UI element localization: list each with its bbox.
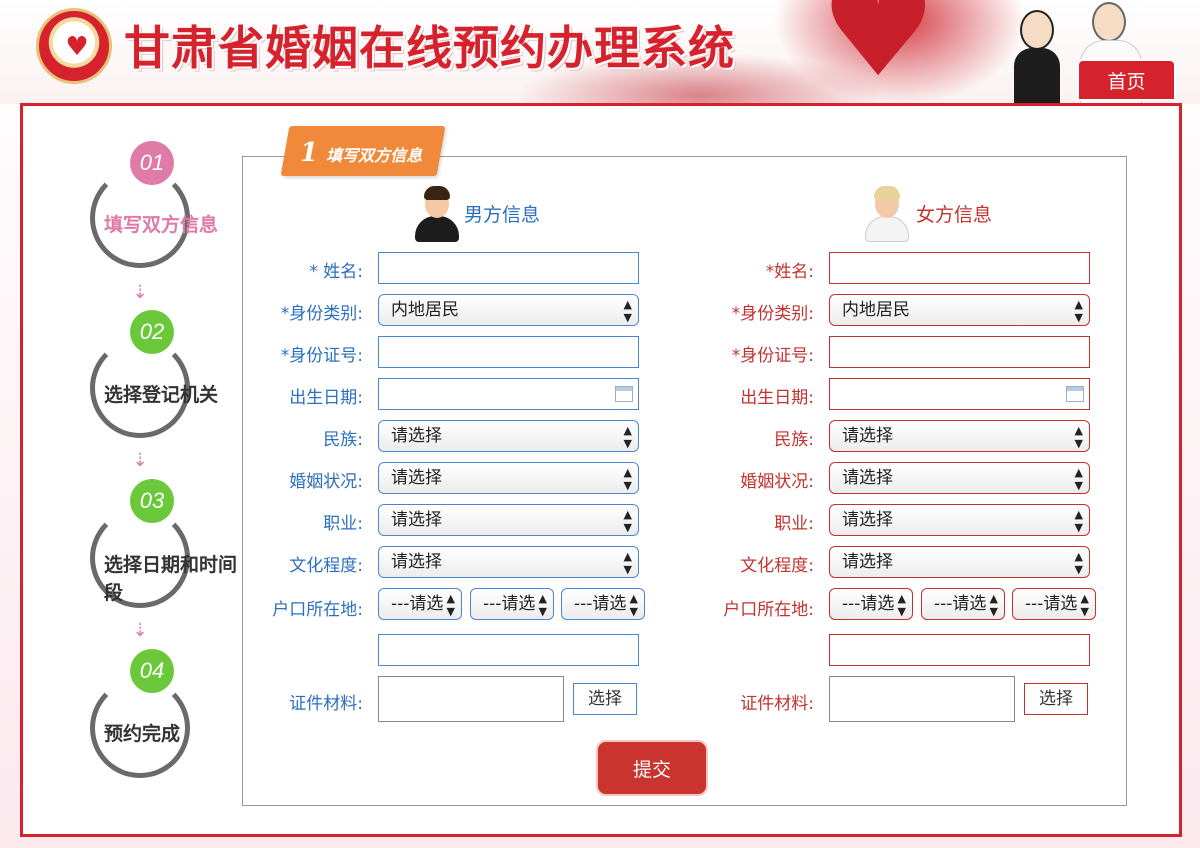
arrow-down-icon: ⇣ — [132, 620, 148, 641]
female-job-label: 职业: — [774, 514, 814, 534]
male-job-select[interactable]: 请选择 ▲ ▼ — [378, 504, 639, 536]
select-arrows-icon: ▲ ▼ — [989, 592, 998, 618]
female-hukou-label: 户口所在地: — [723, 600, 814, 620]
female-job-select[interactable]: 请选择 ▲ ▼ — [829, 504, 1090, 536]
select-arrows-icon: ▲ ▼ — [1074, 466, 1083, 492]
female-docs-label: 证件材料: — [740, 694, 814, 714]
male-edu-select[interactable]: 请选择 ▲ ▼ — [378, 546, 639, 578]
female-ethnic-label: 民族: — [774, 430, 814, 450]
heart-balloon-decoration: ♥ — [820, 0, 937, 104]
female-avatar-icon — [865, 186, 909, 242]
groom-head — [1020, 10, 1054, 50]
select-arrows-icon: ▲ ▼ — [446, 592, 455, 618]
step-number: 04 — [130, 649, 174, 693]
select-arrows-icon: ▲ ▼ — [623, 550, 632, 576]
calendar-icon[interactable] — [615, 386, 633, 402]
step-label: 选择登记机关 — [104, 384, 219, 406]
male-section-title: 男方信息 — [464, 204, 541, 226]
select-arrows-icon: ▲ ▼ — [1074, 508, 1083, 534]
female-hukou-city-select[interactable]: ---请选 ▲ ▼ — [921, 588, 1005, 620]
groom-body — [1014, 48, 1060, 104]
male-docs-preview — [378, 676, 564, 722]
male-ethnic-select[interactable]: 请选择 ▲ ▼ — [378, 420, 639, 452]
male-ethnic-label: 民族: — [323, 430, 363, 450]
male-job-label: 职业: — [323, 514, 363, 534]
arrow-down-icon: ⇣ — [132, 450, 148, 471]
female-hukou-province-select[interactable]: ---请选 ▲ ▼ — [829, 588, 913, 620]
step-label: 填写双方信息 — [104, 214, 219, 236]
male-idno-label: *身份证号: — [280, 346, 363, 366]
female-ethnic-select[interactable]: 请选择 ▲ ▼ — [829, 420, 1090, 452]
female-birth-input[interactable] — [829, 378, 1090, 410]
male-docs-label: 证件材料: — [289, 694, 363, 714]
male-marital-label: 婚姻状况: — [289, 472, 363, 492]
header-banner: ♥ 甘肃省婚姻在线预约办理系统 ♥ 首页 — [0, 0, 1200, 104]
step-label-line2: 段 — [104, 582, 124, 604]
select-arrows-icon: ▲ ▼ — [1074, 550, 1083, 576]
male-marital-select[interactable]: 请选择 ▲ ▼ — [378, 462, 639, 494]
heart-icon: ♥ — [65, 32, 89, 62]
male-name-label: * 姓名: — [309, 262, 363, 282]
step-number: 01 — [130, 141, 174, 185]
male-hukou-address-input[interactable] — [378, 634, 639, 666]
female-marital-select[interactable]: 请选择 ▲ ▼ — [829, 462, 1090, 494]
female-hukou-address-input[interactable] — [829, 634, 1090, 666]
section-tag-text: 1 填写双方信息 — [300, 138, 422, 168]
male-idno-input[interactable] — [378, 336, 639, 368]
select-arrows-icon: ▲ ▼ — [1074, 424, 1083, 450]
male-idtype-label: *身份类别: — [280, 304, 363, 324]
female-name-label: *姓名: — [765, 262, 814, 282]
submit-button[interactable]: 提交 — [596, 740, 708, 796]
male-name-input[interactable] — [378, 252, 639, 284]
bride-head — [1092, 2, 1126, 42]
select-arrows-icon: ▲ ▼ — [623, 466, 632, 492]
step-number: 03 — [130, 479, 174, 523]
home-button[interactable]: 首页 — [1077, 59, 1176, 101]
female-idtype-label: *身份类别: — [731, 304, 814, 324]
arrow-down-icon: ⇣ — [132, 282, 148, 303]
female-section-title: 女方信息 — [916, 204, 993, 226]
section-title: 填写双方信息 — [326, 146, 423, 165]
site-logo: ♥ — [36, 8, 112, 84]
section-number: 1 — [300, 138, 319, 168]
select-arrows-icon: ▲ ▼ — [538, 592, 547, 618]
female-edu-select[interactable]: 请选择 ▲ ▼ — [829, 546, 1090, 578]
select-arrows-icon: ▲ ▼ — [629, 592, 638, 618]
male-birth-label: 出生日期: — [289, 388, 363, 408]
male-avatar-icon — [415, 186, 459, 242]
female-name-input[interactable] — [829, 252, 1090, 284]
step-label-line1: 选择日期和时间 — [104, 554, 238, 576]
male-idtype-select[interactable]: 内地居民 ▲ ▼ — [378, 294, 639, 326]
female-idno-label: *身份证号: — [731, 346, 814, 366]
female-docs-preview — [829, 676, 1015, 722]
female-choose-button[interactable]: 选择 — [1024, 683, 1088, 715]
male-choose-button[interactable]: 选择 — [573, 683, 637, 715]
male-hukou-district-select[interactable]: ---请选 ▲ ▼ — [561, 588, 645, 620]
select-arrows-icon: ▲ ▼ — [1074, 298, 1083, 324]
select-arrows-icon: ▲ ▼ — [1080, 592, 1089, 618]
female-hukou-district-select[interactable]: ---请选 ▲ ▼ — [1012, 588, 1096, 620]
site-title: 甘肃省婚姻在线预约办理系统 — [124, 21, 735, 75]
female-idno-input[interactable] — [829, 336, 1090, 368]
select-arrows-icon: ▲ ▼ — [623, 298, 632, 324]
male-birth-input[interactable] — [378, 378, 639, 410]
select-arrows-icon: ▲ ▼ — [623, 508, 632, 534]
male-hukou-city-select[interactable]: ---请选 ▲ ▼ — [470, 588, 554, 620]
female-marital-label: 婚姻状况: — [740, 472, 814, 492]
female-idtype-select[interactable]: 内地居民 ▲ ▼ — [829, 294, 1090, 326]
female-edu-label: 文化程度: — [740, 556, 814, 576]
male-hukou-label: 户口所在地: — [272, 600, 363, 620]
male-edu-label: 文化程度: — [289, 556, 363, 576]
step-label: 预约完成 — [104, 723, 181, 745]
step-number: 02 — [130, 310, 174, 354]
male-hukou-province-select[interactable]: ---请选 ▲ ▼ — [378, 588, 462, 620]
select-arrows-icon: ▲ ▼ — [623, 424, 632, 450]
calendar-icon[interactable] — [1066, 386, 1084, 402]
select-arrows-icon: ▲ ▼ — [897, 592, 906, 618]
female-birth-label: 出生日期: — [740, 388, 814, 408]
